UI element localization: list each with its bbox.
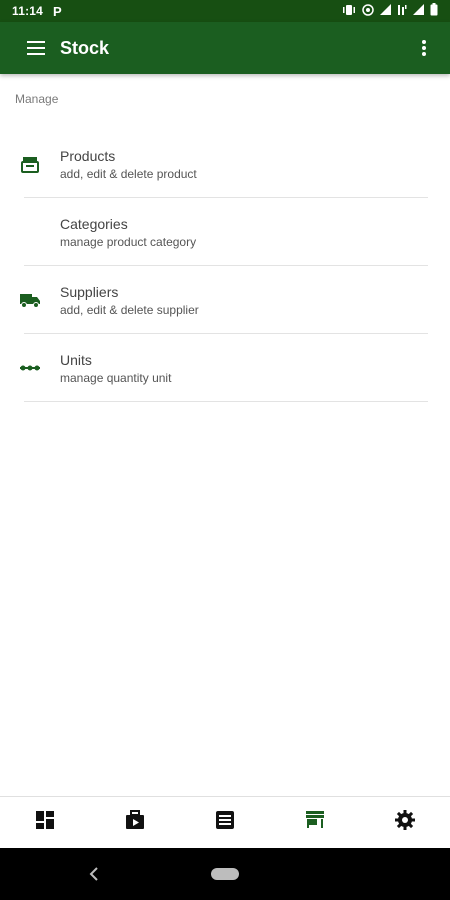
back-icon[interactable] — [88, 864, 100, 889]
status-time: 11:14 — [12, 4, 44, 18]
list-item-suppliers[interactable]: Suppliers add, edit & delete supplier — [0, 266, 450, 334]
sales-icon — [125, 810, 145, 835]
status-icons — [342, 3, 438, 19]
list-item-subtitle: manage product category — [60, 234, 197, 249]
data-icon — [397, 4, 407, 19]
status-bar: 11:14 P — [0, 0, 450, 22]
truck-icon — [0, 292, 60, 308]
list-icon — [216, 811, 234, 834]
signal-icon — [413, 4, 424, 18]
home-pill[interactable] — [211, 868, 239, 880]
list-item-subtitle: add, edit & delete supplier — [60, 302, 199, 317]
list-item-units[interactable]: Units manage quantity unit — [0, 334, 450, 402]
nav-dashboard[interactable] — [15, 797, 75, 849]
status-badge: P — [53, 3, 62, 19]
signal-icon — [380, 4, 391, 18]
settings-icon — [395, 810, 415, 835]
store-icon — [0, 154, 60, 174]
vibrate-icon — [342, 4, 356, 19]
app-bar: Stock — [0, 22, 450, 74]
menu-icon[interactable] — [24, 36, 48, 60]
nav-list[interactable] — [195, 797, 255, 849]
divider — [24, 401, 428, 402]
list-item-title: Units — [60, 351, 92, 368]
page-title: Stock — [60, 37, 110, 58]
dashboard-icon — [36, 811, 54, 834]
section-label: Manage — [15, 92, 59, 106]
list-item-subtitle: add, edit & delete product — [60, 166, 197, 181]
list-item-categories[interactable]: Categories manage product category — [0, 198, 450, 266]
list-item-subtitle: manage quantity unit — [60, 370, 172, 385]
store-icon — [305, 811, 325, 834]
nav-stock[interactable] — [285, 797, 345, 849]
bottom-nav — [0, 796, 450, 848]
units-icon — [0, 364, 60, 372]
nav-settings[interactable] — [375, 797, 435, 849]
more-vert-icon[interactable] — [412, 36, 436, 60]
list-item-products[interactable]: Products add, edit & delete product — [0, 130, 450, 198]
list-item-title: Categories — [60, 215, 128, 232]
nav-sales[interactable] — [105, 797, 165, 849]
battery-icon — [430, 3, 438, 19]
manage-list: Products add, edit & delete product Cate… — [0, 130, 450, 402]
hotspot-icon — [362, 3, 374, 19]
list-item-title: Suppliers — [60, 283, 119, 300]
list-item-title: Products — [60, 147, 116, 164]
system-nav-bar — [0, 848, 450, 900]
